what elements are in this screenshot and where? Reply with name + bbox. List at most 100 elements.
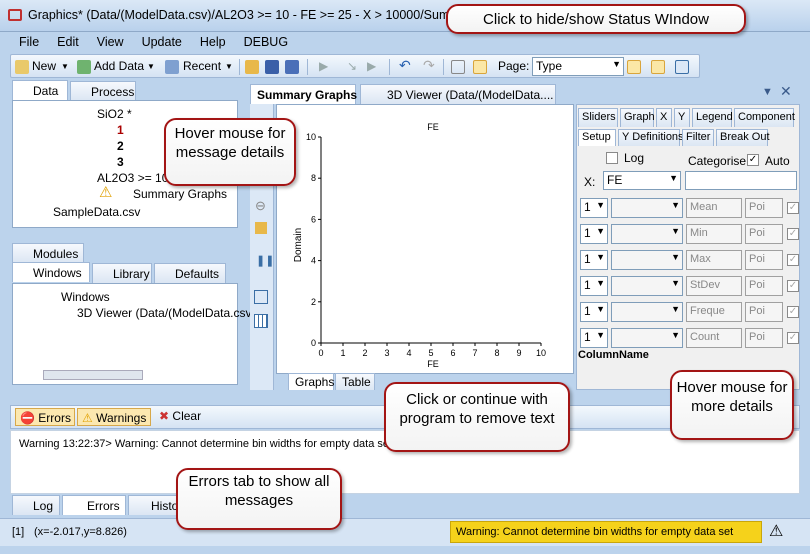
open-folder-icon[interactable] <box>245 60 259 74</box>
select-icon[interactable] <box>451 60 465 74</box>
message-line[interactable]: Warning 13:22:37> Warning: Cannot determ… <box>19 438 392 450</box>
statistic-select[interactable]: Max <box>686 250 742 270</box>
clipboard-icon[interactable] <box>255 222 267 234</box>
statistic-select[interactable]: StDev <box>686 276 742 296</box>
series-index-select[interactable]: 1 ▼ <box>580 276 608 296</box>
point-style-select[interactable]: Poi <box>745 328 783 348</box>
tab-errors[interactable]: Errors <box>62 495 126 515</box>
tree-item-windows[interactable]: Windows <box>61 290 110 304</box>
warning-icon[interactable]: ⚠ <box>769 521 783 541</box>
play-icon[interactable]: ▶ <box>319 59 328 75</box>
tab-filter[interactable]: Filter <box>682 129 714 146</box>
statistic-select[interactable]: Freque <box>686 302 742 322</box>
column-select[interactable]: ▼ <box>611 302 683 322</box>
menu-file[interactable]: File <box>10 33 48 51</box>
tab-sliders[interactable]: Sliders <box>578 108 618 127</box>
visible-checkbox[interactable]: ✓ <box>787 228 799 240</box>
status-window-icon[interactable] <box>651 60 665 74</box>
tab-3d-viewer[interactable]: 3D Viewer (Data/(ModelData.... <box>360 84 556 104</box>
tab-graphs[interactable]: Graphs <box>288 373 334 390</box>
grid-icon[interactable] <box>473 60 487 74</box>
frame-icon[interactable] <box>254 290 268 304</box>
step-forward-icon[interactable]: ▶ <box>367 59 376 75</box>
tree-item-2[interactable]: 2 <box>117 139 124 153</box>
point-style-select[interactable]: Poi <box>745 276 783 296</box>
save-all-icon[interactable] <box>285 60 299 74</box>
undo-icon[interactable]: ↶ <box>399 57 411 73</box>
statistic-select[interactable]: Min <box>686 224 742 244</box>
close-icon[interactable]: ✕ <box>780 83 792 100</box>
tab-setup[interactable]: Setup <box>578 129 616 146</box>
recent-button[interactable]: Recent <box>183 59 221 75</box>
tree-item-sio2[interactable]: SiO2 * <box>97 107 132 121</box>
new-button[interactable]: New <box>32 59 56 75</box>
tab-summary-graphs[interactable]: Summary Graphs <box>250 84 357 104</box>
pause-icon[interactable]: ❚❚ <box>256 254 274 267</box>
series-index-select[interactable]: 1 ▼ <box>580 302 608 322</box>
tab-graph[interactable]: Graph <box>620 108 655 127</box>
tab-defaults[interactable]: Defaults <box>154 263 226 283</box>
errors-filter-button[interactable]: ⛔ Errors <box>15 408 75 426</box>
dropdown-icon[interactable]: ▼ <box>762 86 773 98</box>
visible-checkbox[interactable]: ✓ <box>787 202 799 214</box>
tab-component[interactable]: Component <box>734 108 795 127</box>
page-select[interactable]: Type ▼ <box>532 57 624 76</box>
series-index-select[interactable]: 1 ▼ <box>580 250 608 270</box>
point-style-select[interactable]: Poi <box>745 198 783 218</box>
column-select[interactable]: ▼ <box>611 250 683 270</box>
column-select[interactable]: ▼ <box>611 276 683 296</box>
chevron-down-icon[interactable]: ▼ <box>61 62 69 78</box>
tab-legend[interactable]: Legend <box>692 108 733 127</box>
statistic-select[interactable]: Count <box>686 328 742 348</box>
menu-update[interactable]: Update <box>133 33 191 51</box>
window-icon[interactable] <box>675 60 689 74</box>
tree-layout-icon[interactable] <box>627 60 641 74</box>
tab-y-definitions[interactable]: Y Definitions <box>618 129 684 146</box>
visible-checkbox[interactable]: ✓ <box>787 332 799 344</box>
tab-windows[interactable]: Windows <box>12 262 90 282</box>
tab-y[interactable]: Y <box>674 108 690 127</box>
tree-item-3d-viewer[interactable]: 3D Viewer (Data/(ModelData.csv <box>77 306 252 320</box>
categorise-input[interactable] <box>685 171 797 190</box>
log-checkbox[interactable] <box>606 152 618 164</box>
point-style-select[interactable]: Poi <box>745 224 783 244</box>
menu-help[interactable]: Help <box>191 33 235 51</box>
series-index-select[interactable]: 1 ▼ <box>580 198 608 218</box>
tab-process[interactable]: Process <box>70 81 136 101</box>
statistic-select[interactable]: Mean <box>686 198 742 218</box>
chevron-down-icon[interactable]: ▼ <box>225 62 233 78</box>
series-index-select[interactable]: 1 ▼ <box>580 328 608 348</box>
tree-item-3[interactable]: 3 <box>117 155 124 169</box>
horizontal-scrollbar[interactable] <box>43 370 143 380</box>
tree-item-1[interactable]: 1 <box>117 123 124 137</box>
add-data-button[interactable]: Add Data <box>94 59 144 75</box>
chevron-down-icon[interactable]: ▼ <box>147 62 155 78</box>
visible-checkbox[interactable]: ✓ <box>787 280 799 292</box>
tab-log[interactable]: Log <box>12 495 60 515</box>
table-grid-icon[interactable] <box>254 314 268 328</box>
tab-data[interactable]: Data <box>12 80 68 100</box>
redo-icon[interactable]: ↷ <box>423 57 435 73</box>
series-index-select[interactable]: 1 ▼ <box>580 224 608 244</box>
point-style-select[interactable]: Poi <box>745 302 783 322</box>
zoom-out-icon[interactable]: ⊖ <box>255 198 266 214</box>
point-style-select[interactable]: Poi <box>745 250 783 270</box>
auto-checkbox[interactable]: ✓ <box>747 154 759 166</box>
tab-break-out[interactable]: Break Out <box>716 129 770 146</box>
tree-item-summary-graphs[interactable]: Summary Graphs <box>133 187 227 201</box>
menu-view[interactable]: View <box>88 33 133 51</box>
tab-modules[interactable]: Modules <box>12 243 84 263</box>
clear-button[interactable]: ✖ Clear <box>159 409 201 423</box>
menu-edit[interactable]: Edit <box>48 33 88 51</box>
tree-item-sampledata[interactable]: SampleData.csv <box>53 205 140 219</box>
tab-x[interactable]: X <box>656 108 672 127</box>
step-icon[interactable]: ↘ <box>347 59 357 75</box>
x-column-select[interactable]: FE ▼ <box>603 171 681 190</box>
menu-debug[interactable]: DEBUG <box>235 33 297 51</box>
warnings-filter-button[interactable]: ⚠ Warnings <box>77 408 151 426</box>
save-icon[interactable] <box>265 60 279 74</box>
tab-history[interactable]: Histo <box>128 495 180 515</box>
visible-checkbox[interactable]: ✓ <box>787 306 799 318</box>
tab-table[interactable]: Table <box>335 373 375 390</box>
visible-checkbox[interactable]: ✓ <box>787 254 799 266</box>
